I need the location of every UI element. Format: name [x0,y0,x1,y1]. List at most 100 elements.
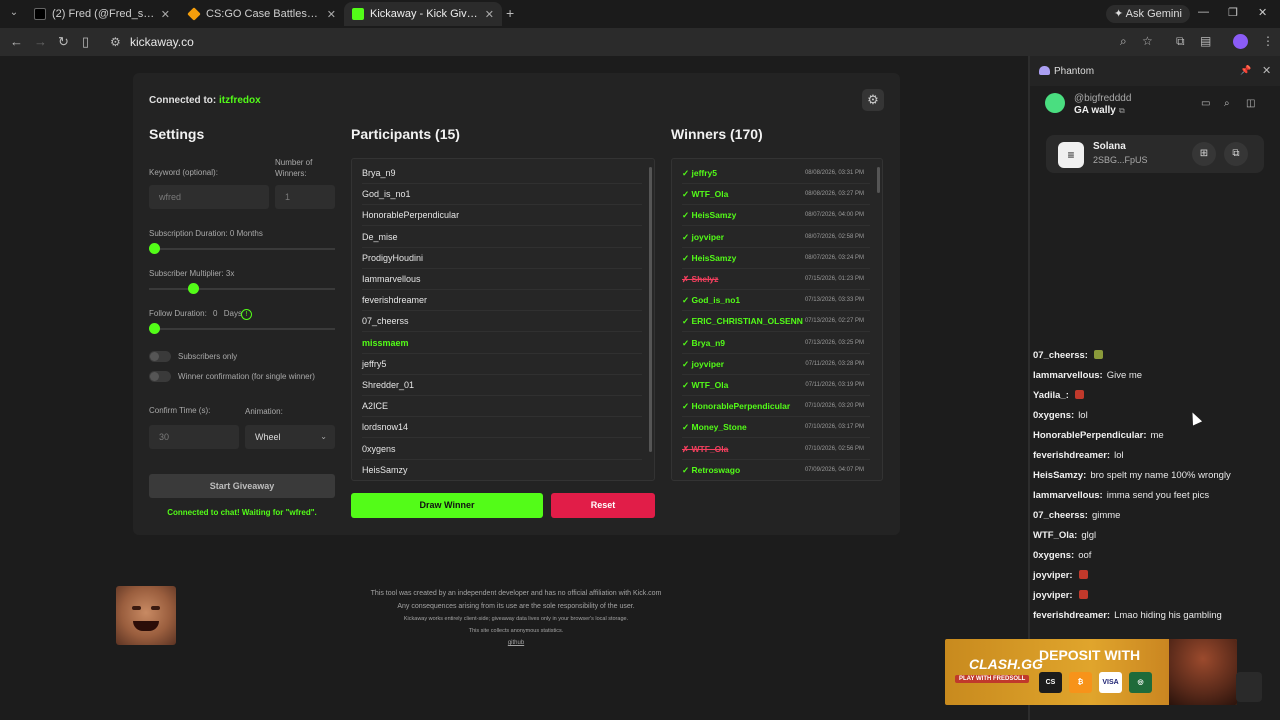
back-arrow-icon[interactable]: ← [10,34,23,49]
participants-list[interactable]: Brya_n9 God_is_no1 HonorablePerpendicular D… [351,158,655,481]
winner-date: 07/10/2026, 03:20 PM [804,403,864,410]
follow-duration-thumb[interactable] [149,323,160,334]
chat-username[interactable]: feverishdreamer: [1033,450,1110,461]
close-tab-icon[interactable]: ✕ [327,8,336,21]
confirm-time-input[interactable]: 30 [149,425,239,449]
participants-scrollbar[interactable] [649,167,652,452]
chat-username[interactable]: 0xygens: [1033,550,1074,561]
reload-icon[interactable]: ↻ [58,34,69,50]
winners-count-input[interactable]: 1 [275,185,335,209]
winner-name: ✗ Shelyz [682,274,719,284]
keyword-input[interactable]: wfred [149,185,269,209]
chat-message: 07_cheerss: [1033,350,1103,361]
sub-duration-thumb[interactable] [149,243,160,254]
close-tab-icon[interactable]: ✕ [161,8,170,21]
animation-select[interactable]: Wheel ⌄ [245,425,335,449]
qr-code-icon[interactable]: ⊞ [1192,142,1216,166]
tab-search-chevron-icon[interactable]: ⌄ [6,5,22,21]
chat-username[interactable]: 07_cheerss: [1033,350,1088,361]
follow-duration-slider[interactable] [149,328,335,330]
profile-avatar[interactable] [1233,34,1248,49]
sub-multiplier-slider[interactable] [149,288,335,290]
monitor-icon[interactable]: ▭ [1201,98,1210,109]
ask-gemini-button[interactable]: ✦ Ask Gemini [1106,5,1190,23]
winner-row: ✓ Brya_n9 07/13/2026, 03:25 PM [682,333,870,354]
minimize-icon[interactable]: — [1198,6,1209,18]
participant-row: feverishdreamer [362,290,642,312]
winner-name: ✓ WTF_Ola [682,380,729,390]
tab-title: Kickaway - Kick Giveaway Tool [370,8,479,20]
winner-confirmation-toggle[interactable] [149,371,171,382]
ask-gemini-label: Ask Gemini [1125,8,1182,20]
solana-account-card[interactable]: ≡ Solana 2SBG...FpUS ⊞ ⧉ [1046,135,1264,173]
chat-username[interactable]: feverishdreamer: [1033,610,1110,621]
chat-username[interactable]: joyviper: [1033,570,1073,581]
browser-tab-csgo[interactable]: CS:GO Case Battles: Win Rare C ✕ [180,2,344,26]
wallet-handle: @bigfredddd [1074,93,1132,104]
extensions-icon[interactable]: ⧉ [1176,34,1185,49]
zoom-icon[interactable]: ⌕ [1120,34,1127,49]
clash-gg-ad-banner[interactable]: CLASH.GG PLAY WITH FREDSOLL DEPOSIT WITH… [945,639,1237,705]
wallet-avatar[interactable] [1045,93,1065,113]
browser-tab-x[interactable]: (2) Fred (@Fred_soll) / X ✕ [26,2,178,26]
new-tab-icon[interactable]: + [506,5,514,21]
address-bar[interactable]: ⚙ kickaway.co [104,31,1164,53]
follow-duration-text: Follow Duration: [149,309,207,318]
chat-message: joyviper: [1033,590,1088,601]
close-panel-icon[interactable]: ✕ [1262,64,1271,77]
close-tab-icon[interactable]: ✕ [485,8,494,21]
chat-username[interactable]: Iammarvellous: [1033,370,1103,381]
payment-cs-icon: CS [1039,672,1062,693]
more-menu-icon[interactable]: ⋮ [1262,34,1274,48]
expand-icon[interactable]: ◫ [1246,98,1255,109]
copy-address-icon[interactable]: ⧉ [1224,142,1248,166]
info-icon[interactable]: ! [241,309,252,320]
ad-headline: DEPOSIT WITH [1039,647,1141,663]
chat-message: Iammarvellous: Give me [1033,370,1142,381]
chat-username[interactable]: Iammarvellous: [1033,490,1103,501]
chat-text: me [1150,430,1164,441]
chat-text: imma send you feet pics [1106,490,1210,501]
chat-emote-icon [1078,570,1088,579]
close-window-icon[interactable]: ✕ [1258,6,1267,19]
winner-name: ✗ WTF_Ola [682,443,729,454]
winner-row: ✓ Retroswago 07/09/2026, 04:07 PM [682,460,870,480]
forward-arrow-icon[interactable]: → [34,34,47,49]
github-link[interactable]: github [300,637,732,649]
chat-username[interactable]: 0xygens: [1033,410,1074,421]
participant-row: 07_cheerss [362,311,642,333]
chat-username[interactable]: HeisSamzy: [1033,470,1086,481]
reset-button[interactable]: Reset [551,493,655,518]
side-panel-icon[interactable]: ▤ [1200,34,1211,48]
sub-duration-slider[interactable] [149,248,335,250]
chat-username[interactable]: WTF_Ola: [1033,530,1077,541]
chat-message: 0xygens: lol [1033,410,1088,421]
bookmark-star-icon[interactable]: ☆ [1142,34,1153,48]
draw-winner-button[interactable]: Draw Winner [351,493,543,518]
restore-icon[interactable]: ❐ [1228,6,1238,19]
search-icon[interactable]: ⌕ [1224,98,1230,109]
chat-username[interactable]: joyviper: [1033,590,1073,601]
winners-scrollbar[interactable] [877,167,880,193]
sidebar-toggle-icon[interactable]: ▯ [82,34,89,50]
copy-icon[interactable]: ⧉ [1119,106,1125,116]
sub-multiplier-thumb[interactable] [188,283,199,294]
emote-eye [132,606,141,610]
chat-username[interactable]: Yadila_: [1033,390,1069,401]
site-info-icon[interactable]: ⚙ [110,35,121,49]
settings-gear-icon[interactable]: ⚙ [862,89,884,111]
winners-list[interactable]: ✓ jeffry5 08/08/2026, 03:31 PM ✓ WTF_Ola 08… [671,158,883,481]
subscribers-only-toggle[interactable] [149,351,171,362]
browser-tab-kickaway[interactable]: Kickaway - Kick Giveaway Tool ✕ [344,2,502,26]
chat-username[interactable]: HonorablePerpendicular: [1033,430,1147,441]
chat-username[interactable]: 07_cheerss: [1033,510,1088,521]
wallet-account-name[interactable]: GA wally [1074,105,1116,116]
chat-text: oof [1078,550,1092,561]
winner-row: ✓ WTF_Ola 07/11/2026, 03:19 PM [682,375,870,396]
winner-date: 07/15/2026, 01:23 PM [804,276,864,282]
winners-title: Winners (170) [671,126,763,142]
pin-icon[interactable]: 📌 [1240,65,1251,76]
winner-name: ✓ HeisSamzy [682,252,737,263]
payment-visa-icon: VISA [1099,672,1122,693]
start-giveaway-button[interactable]: Start Giveaway [149,474,335,498]
